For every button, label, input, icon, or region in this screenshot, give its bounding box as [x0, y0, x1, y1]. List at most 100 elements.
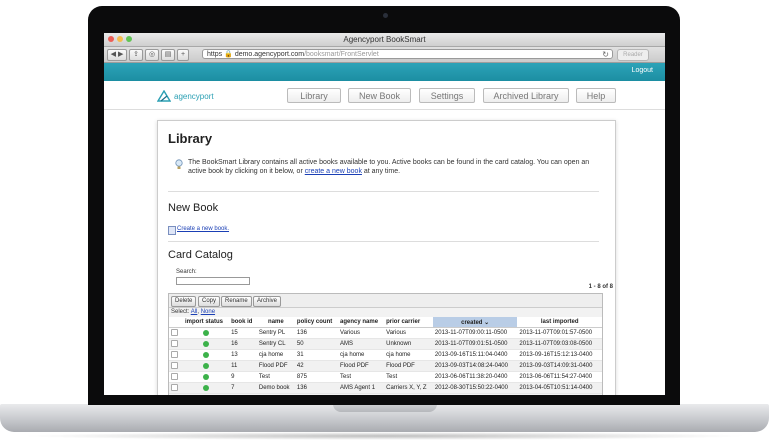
row-checkbox[interactable]: [171, 373, 178, 381]
table-row[interactable]: 9 Test 875 Test Test 2013-06-06T11:38:20…: [169, 371, 602, 383]
status-cell: [183, 360, 230, 372]
rename-button[interactable]: Rename: [221, 296, 252, 307]
prior-carrier-cell: cja home: [384, 349, 433, 361]
minimize-window-button[interactable]: [117, 36, 123, 42]
tab-settings[interactable]: Settings: [419, 88, 475, 103]
status-ok-icon: [203, 329, 210, 336]
row-checkbox-cell: [169, 338, 183, 350]
row-checkbox[interactable]: [171, 340, 178, 348]
row-checkbox[interactable]: [171, 384, 178, 392]
select-controls: Select: All, None: [171, 309, 216, 315]
status-cell: [183, 338, 230, 350]
divider: [168, 191, 599, 192]
column-header-import-status[interactable]: import status: [183, 317, 230, 328]
tab-new-book[interactable]: New Book: [348, 88, 411, 103]
bookmarks-icon[interactable]: ▤: [161, 49, 175, 61]
book-id-cell: 15: [229, 327, 257, 339]
reading-list-icon[interactable]: ◎: [145, 49, 159, 61]
laptop-notch: [333, 404, 437, 412]
table-row[interactable]: 13 cja home 31 cja home cja home 2013-09…: [169, 349, 602, 361]
divider: [168, 241, 599, 242]
library-panel: Library The BookSmart Library contains a…: [157, 120, 616, 395]
close-window-button[interactable]: [108, 36, 114, 42]
create-new-book-inline-link[interactable]: create a new book: [305, 168, 362, 175]
card-catalog-grid: Delete Copy Rename Archive Select: All, …: [168, 293, 603, 395]
table-row[interactable]: 16 Sentry CL 50 AMS Unknown 2013-11-07T0…: [169, 338, 602, 350]
column-header-policy-count[interactable]: policy count: [294, 317, 339, 328]
created-cell: 2013-09-03T14:08:24-0400: [432, 360, 518, 372]
logout-link[interactable]: Logout: [632, 67, 653, 74]
lock-icon: 🔒: [224, 51, 233, 58]
window-titlebar: Agencyport BookSmart: [104, 33, 665, 47]
archive-button[interactable]: Archive: [253, 296, 282, 307]
select-all-link[interactable]: All: [191, 309, 198, 315]
select-column-header: [169, 317, 183, 328]
book-id-cell: 11: [229, 360, 257, 372]
table-row[interactable]: 15 Sentry PL 136 Various Various 2013-11…: [169, 327, 602, 339]
tab-help[interactable]: Help: [576, 88, 616, 103]
record-count: 1 - 8 of 8: [588, 284, 613, 290]
select-none-link[interactable]: None: [201, 309, 215, 315]
row-checkbox-cell: [169, 349, 183, 361]
policy-count-cell: 31: [294, 349, 339, 361]
agencyport-logo[interactable]: agencyport: [157, 90, 214, 102]
last-imported-cell: 2013-11-07T09:03:08-0500: [517, 338, 602, 350]
url-scheme: https: [207, 51, 223, 58]
book-id-cell: 9: [229, 371, 257, 383]
status-ok-icon: [203, 384, 210, 391]
prior-carrier-cell: Various: [384, 327, 433, 339]
created-cell: 2013-11-07T09:00:11-0500: [432, 327, 518, 339]
name-cell: Test: [256, 371, 295, 383]
column-header-created[interactable]: created ⌄: [432, 317, 518, 328]
column-header-name[interactable]: name: [256, 317, 295, 328]
new-tab-icon[interactable]: +: [177, 49, 189, 61]
column-header-prior-carrier[interactable]: prior carrier: [384, 317, 433, 328]
address-bar[interactable]: https 🔒 demo.agencyport.com/booksmart/Fr…: [202, 49, 613, 59]
search-label: Search:: [176, 269, 197, 275]
created-cell: 2012-08-30T15:50:22-0400: [432, 382, 518, 394]
table-row[interactable]: 11 Flood PDF 42 Flood PDF Flood PDF 2013…: [169, 360, 602, 372]
status-cell: [183, 371, 230, 383]
status-ok-icon: [203, 340, 210, 347]
status-cell: [183, 349, 230, 361]
row-checkbox-cell: [169, 360, 183, 372]
agency-cell: cja home: [338, 349, 385, 361]
prior-carrier-cell: Flood PDF: [384, 360, 433, 372]
created-cell: 2013-09-16T15:11:04-0400: [432, 349, 518, 361]
policy-count-cell: 136: [294, 382, 339, 394]
laptop-shadow: [20, 432, 749, 440]
book-id-cell: 13: [229, 349, 257, 361]
status-cell: [183, 382, 230, 394]
app-header-bar: Logout: [104, 63, 665, 81]
row-checkbox-cell: [169, 327, 183, 339]
last-imported-cell: 2013-06-06T11:54:27-0400: [517, 371, 602, 383]
tab-library[interactable]: Library: [287, 88, 341, 103]
created-header-label: created: [461, 319, 483, 326]
table-row[interactable]: 7 Demo book 136 AMS Agent 1 Carriers X, …: [169, 382, 602, 394]
tab-archived-library[interactable]: Archived Library: [483, 88, 569, 103]
delete-button[interactable]: Delete: [171, 296, 197, 307]
name-cell: Sentry CL: [256, 338, 295, 350]
row-checkbox[interactable]: [171, 329, 178, 337]
row-checkbox[interactable]: [171, 362, 178, 370]
copy-button[interactable]: Copy: [198, 296, 221, 307]
prior-carrier-cell: Test: [384, 371, 433, 383]
sort-desc-icon: ⌄: [484, 319, 490, 326]
policy-count-cell: 50: [294, 338, 339, 350]
column-header-book-id[interactable]: book id: [229, 317, 257, 328]
zoom-window-button[interactable]: [126, 36, 132, 42]
create-new-book-link[interactable]: Create a new book.: [177, 226, 229, 232]
prior-carrier-cell: Carriers X, Y, Z: [384, 382, 433, 394]
column-header-agency-name[interactable]: agency name: [338, 317, 385, 328]
window-controls: [108, 36, 132, 42]
card-catalog-heading: Card Catalog: [168, 249, 233, 261]
back-forward-buttons[interactable]: ◀ ▶: [107, 49, 127, 61]
reader-button[interactable]: Reader: [617, 49, 649, 61]
lightbulb-icon: [175, 159, 183, 169]
column-header-last-imported[interactable]: last imported: [517, 317, 602, 328]
created-cell: 2013-06-06T11:38:20-0400: [432, 371, 518, 383]
search-input[interactable]: [176, 277, 250, 285]
reload-icon[interactable]: ↻: [602, 50, 609, 58]
row-checkbox[interactable]: [171, 351, 178, 359]
share-icon[interactable]: ⇪: [129, 49, 143, 61]
